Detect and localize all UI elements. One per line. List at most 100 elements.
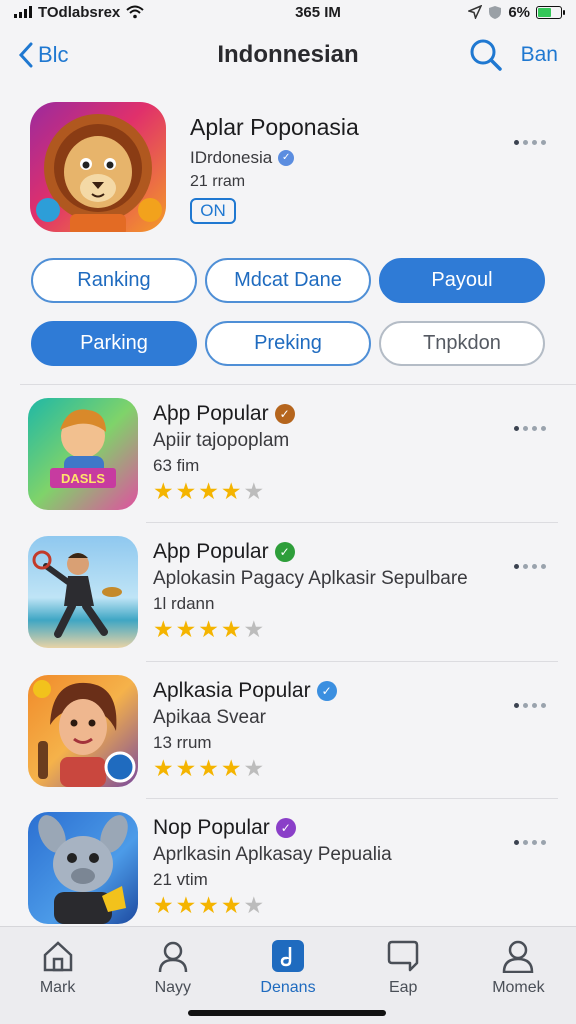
music-note-icon: [272, 940, 304, 972]
app-title-row: Nop Popular ✓: [153, 816, 296, 840]
more-options-icon[interactable]: [514, 564, 546, 569]
status-bar: TOdlabsrex 365 IM 6%: [0, 0, 576, 24]
back-button[interactable]: Blc: [18, 42, 69, 68]
star-filled-icon: ★: [198, 892, 219, 918]
more-options-icon[interactable]: [514, 426, 546, 431]
star-filled-icon: ★: [220, 478, 242, 504]
star-filled-icon: ★: [198, 478, 219, 504]
rating-stars: ★ ★ ★ ★ ★: [153, 618, 264, 641]
nav-right: Ban: [469, 38, 558, 72]
profile-icon: [503, 940, 534, 973]
home-indicator[interactable]: [188, 1010, 386, 1016]
verified-badge-icon: ✓: [316, 681, 337, 701]
star-empty-icon: ★: [243, 892, 265, 918]
star-filled-icon: ★: [198, 616, 219, 642]
list-divider: [146, 798, 558, 799]
carrier-label: TOdlabsrex: [38, 3, 121, 21]
app-title-row: Aþp Popular ✓: [153, 540, 295, 564]
chip-mdcat-dane[interactable]: Mdcat Dane: [205, 258, 371, 303]
star-filled-icon: ★: [153, 478, 174, 504]
verified-badge-icon: ✓: [274, 404, 295, 424]
app-subtitle: Aplokasin Pagacy Aplkasir Sepulbare: [153, 568, 468, 589]
list-item[interactable]: DASLS Aþp Popular ✓ Apiir tajopoplam 63 …: [28, 398, 558, 513]
star-filled-icon: ★: [220, 755, 242, 781]
star-filled-icon: ★: [220, 892, 242, 918]
star-empty-icon: ★: [243, 478, 265, 504]
shield-icon: [489, 5, 502, 19]
chip-ranking[interactable]: Ranking: [31, 258, 197, 303]
star-filled-icon: ★: [153, 892, 174, 918]
chip-preking[interactable]: Preking: [205, 321, 371, 366]
status-time: 365 IM: [295, 3, 341, 21]
character-icon: [38, 815, 128, 924]
star-filled-icon: ★: [153, 755, 174, 781]
verified-icon: ✓: [278, 150, 295, 166]
tab-label: Nayy: [154, 979, 192, 996]
featured-app-developer: IDrdonesia: [190, 148, 273, 167]
star-filled-icon: ★: [153, 616, 174, 642]
app-title-row: Aplkasia Popular ✓: [153, 679, 337, 703]
back-label: Blc: [38, 42, 69, 67]
chip-row-2: Parking Preking Tnpkdon: [31, 321, 547, 366]
app-title: Aþp Popular: [153, 540, 269, 563]
chat-bubble-icon: [387, 940, 419, 972]
app-size: 13 rrum: [153, 733, 212, 752]
tab-momek[interactable]: Momek: [461, 927, 576, 1024]
more-options-icon[interactable]: [514, 840, 546, 845]
rating-stars: ★ ★ ★ ★ ★: [153, 757, 264, 780]
chip-payoul[interactable]: Payoul: [379, 258, 545, 303]
star-filled-icon: ★: [198, 755, 219, 781]
chevron-left-icon: [18, 42, 33, 68]
featured-app-subtitle: IDrdonesia ✓: [190, 148, 295, 168]
list-divider: [146, 522, 558, 523]
lion-icon: [36, 114, 162, 232]
battery-icon: [536, 5, 565, 19]
battery-percent: 6%: [508, 3, 530, 21]
tab-label: Momek: [492, 979, 545, 996]
search-icon: [470, 39, 502, 71]
star-filled-icon: ★: [220, 616, 242, 642]
featured-app[interactable]: Aplar Poponasia IDrdonesia ✓ 21 rram ON: [30, 100, 550, 235]
list-divider: [146, 661, 558, 662]
featured-app-title: Aplar Poponasia: [190, 114, 359, 140]
person-icon: [158, 941, 188, 973]
featured-app-icon: [30, 102, 166, 232]
list-item[interactable]: Aþp Popular ✓ Aplokasin Pagacy Aplkasir …: [28, 536, 558, 651]
list-item[interactable]: Aplkasia Popular ✓ Apikaa Svear 13 rrum …: [28, 675, 558, 790]
list-item[interactable]: Nop Popular ✓ Aprlkasin Aplkasay Pepuali…: [28, 812, 558, 927]
rating-stars: ★ ★ ★ ★ ★: [153, 480, 264, 503]
app-icon-label: DASLS: [61, 471, 105, 486]
search-button[interactable]: [469, 38, 503, 72]
app-icon: [28, 536, 138, 648]
verified-badge-icon: ✓: [274, 542, 295, 562]
battery-fill: [538, 7, 552, 17]
star-filled-icon: ★: [175, 616, 197, 642]
more-options-icon[interactable]: [514, 140, 546, 145]
verified-badge-icon: ✓: [275, 818, 296, 838]
chip-tnpkdon[interactable]: Tnpkdon: [379, 321, 545, 366]
app-subtitle: Aprlkasin Aplkasay Pepualia: [153, 844, 392, 865]
app-icon: DASLS: [28, 398, 138, 510]
app-size: 21 vtim: [153, 870, 208, 889]
app-title-row: Aþp Popular ✓: [153, 402, 295, 426]
star-filled-icon: ★: [175, 478, 197, 504]
status-left: TOdlabsrex: [14, 4, 214, 21]
tab-label: Eap: [388, 979, 418, 996]
app-icon: [28, 812, 138, 924]
chip-parking[interactable]: Parking: [31, 321, 197, 366]
chip-row-1: Ranking Mdcat Dane Payoul: [31, 258, 547, 303]
tab-mark[interactable]: Mark: [0, 927, 115, 1024]
nav-right-button[interactable]: Ban: [521, 43, 558, 67]
app-icon: [28, 675, 138, 787]
app-size: 63 fim: [153, 456, 200, 475]
status-right: 6%: [432, 3, 565, 21]
star-filled-icon: ★: [175, 892, 197, 918]
app-title: Aplkasia Popular: [153, 679, 311, 702]
app-title: Nop Popular: [153, 816, 270, 839]
more-options-icon[interactable]: [514, 703, 546, 708]
tab-label: Denans: [260, 979, 316, 996]
signal-icon: [14, 6, 32, 18]
status-badge[interactable]: ON: [190, 198, 236, 224]
character-icon: [33, 680, 136, 787]
star-empty-icon: ★: [243, 755, 265, 781]
